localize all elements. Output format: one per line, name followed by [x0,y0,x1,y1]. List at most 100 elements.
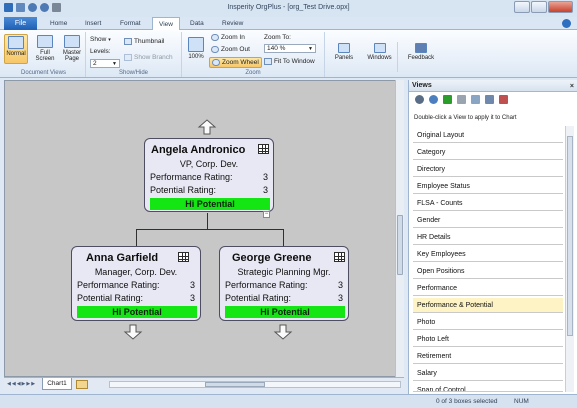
full-screen-button[interactable]: Full Screen [33,34,57,64]
search-icon[interactable] [415,95,424,104]
save-view-icon[interactable] [485,95,494,104]
potential-label: Potential Rating: [225,293,292,303]
canvas-vertical-scrollbar[interactable] [395,80,404,377]
list-item[interactable]: Performance [413,281,563,296]
list-item[interactable]: Key Employees [413,247,563,262]
master-page-button[interactable]: Master Page [60,34,84,64]
list-item[interactable]: Employee Status [413,179,563,194]
org-box-child-1[interactable]: Anna Garfield Manager, Corp. Dev. Perfor… [71,246,201,321]
show-branch-button[interactable]: Show Branch [124,54,173,61]
list-item[interactable]: Salary [413,366,563,381]
list-item-selected[interactable]: Performance & Potential [413,298,563,313]
grid-icon[interactable] [334,252,345,262]
file-tab[interactable]: File [4,17,37,30]
views-panel: Views × Double-click a View to apply it t… [408,80,577,394]
panels-button[interactable]: Panels [330,42,358,72]
zoom-page-icon [188,37,204,52]
close-icon[interactable]: × [570,81,574,93]
normal-view-button[interactable]: Normal [4,34,28,64]
selection-status: 0 of 3 boxes selected [436,398,498,405]
full-screen-label: Full Screen [35,50,55,62]
zoom-in-button[interactable]: Zoom In [211,34,245,41]
performance-label: Performance Rating: [225,280,308,290]
windows-button[interactable]: Windows [362,42,398,72]
list-item[interactable]: Original Layout [413,128,563,143]
normal-view-icon [8,36,24,49]
scrollbar-thumb[interactable] [567,136,573,336]
navigate-up-arrow-icon[interactable] [197,119,217,135]
scrollbar-thumb[interactable] [397,215,403,275]
connector-line [207,213,208,230]
levels-label: Levels: [90,48,111,55]
levels-value: 2 [93,60,97,67]
document-views-group: Normal Full Screen Master Page Document … [2,32,86,77]
sheet-tab-chart1[interactable]: Chart1 [42,378,72,390]
edit-view-icon[interactable] [457,95,466,104]
feedback-label: Feedback [407,55,435,61]
views-scrollbar[interactable] [565,126,574,392]
list-item[interactable]: Photo [413,315,563,330]
canvas-horizontal-scrollbar[interactable] [109,381,401,388]
zoom-wheel-icon [212,59,220,66]
add-sheet-icon[interactable] [76,380,88,389]
list-item[interactable]: HR Details [413,230,563,245]
show-hide-label: Show/Hide [118,70,148,76]
add-view-icon[interactable] [443,95,452,104]
potential-badge: Hi Potential [77,306,197,318]
zoom-to-combo[interactable]: 140 % ▼ [264,44,316,53]
connector-line [283,229,284,246]
zoom-out-label: Zoom Out [221,46,250,53]
performance-label: Performance Rating: [150,172,233,182]
org-box-child-2[interactable]: George Greene Strategic Planning Mgr. Pe… [219,246,349,321]
master-page-icon [64,35,80,48]
tab-home[interactable]: Home [50,17,67,30]
org-box-root[interactable]: Angela Andronico VP, Corp. Dev. Performa… [144,138,274,218]
megaphone-icon [415,43,427,53]
tab-data[interactable]: Data [190,17,204,30]
tab-review[interactable]: Review [222,17,243,30]
org-chart-canvas[interactable]: Angela Andronico VP, Corp. Dev. Performa… [4,80,402,377]
full-screen-icon [37,35,53,48]
maximize-button[interactable] [531,1,547,13]
potential-value: 3 [337,293,343,303]
close-button[interactable] [548,1,573,13]
list-item[interactable]: Category [413,145,563,160]
show-dropdown[interactable]: Show ▾ [90,36,111,43]
zoom-100-button[interactable]: 100% [184,36,208,64]
grid-icon[interactable] [178,252,189,262]
list-item[interactable]: Open Positions [413,264,563,279]
employee-title: Manager, Corp. Dev. [94,267,178,277]
list-item[interactable]: Directory [413,162,563,177]
sheet-nav-arrows-icon[interactable]: ◀◀◀▶▶▶ [7,381,36,387]
zoom-view-icon[interactable] [429,95,438,104]
fit-to-window-button[interactable]: Fit To Window [264,58,315,65]
zoom-to-label: Zoom To: [264,34,291,41]
ribbon-tabs: File Home Insert Format View Data Review [0,17,577,31]
list-item[interactable]: Span of Control [413,383,563,392]
tab-format[interactable]: Format [120,17,141,30]
list-item[interactable]: Gender [413,213,563,228]
navigate-down-arrow-icon[interactable] [123,324,143,340]
tab-insert[interactable]: Insert [85,17,101,30]
scrollbar-thumb[interactable] [205,382,265,387]
zoom-wheel-button[interactable]: Zoom Wheel [209,57,262,68]
views-panel-title-text: Views [412,82,432,89]
tab-view[interactable]: View [152,17,180,31]
delete-view-icon[interactable] [499,95,508,104]
show-label: Show [90,36,107,43]
list-item[interactable]: Retirement [413,349,563,364]
levels-combo[interactable]: 2 ▼ [90,59,120,68]
ribbon: Normal Full Screen Master Page Document … [0,30,577,78]
feedback-button[interactable]: Feedback [404,42,438,72]
navigate-down-arrow-icon[interactable] [273,324,293,340]
help-icon[interactable] [562,19,571,28]
employee-title: Strategic Planning Mgr. [237,267,331,277]
zoom-out-button[interactable]: Zoom Out [211,46,250,53]
copy-view-icon[interactable] [471,95,480,104]
collapse-toggle[interactable]: − [263,211,270,218]
grid-icon[interactable] [258,144,269,154]
list-item[interactable]: Photo Left [413,332,563,347]
list-item[interactable]: FLSA - Counts [413,196,563,211]
thumbnail-button[interactable]: Thumbnail [124,38,164,45]
minimize-button[interactable] [514,1,530,13]
